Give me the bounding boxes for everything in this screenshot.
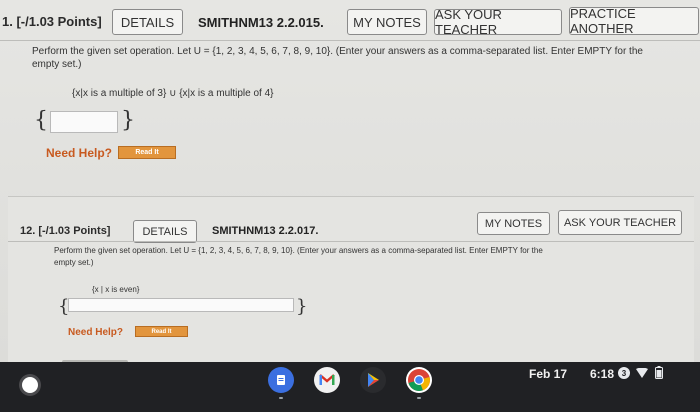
practice-another-button-q11[interactable]: PRACTICE ANOTHER: [569, 6, 699, 36]
details-button-q11[interactable]: DETAILS: [112, 9, 183, 35]
chrome-glyph: [408, 369, 430, 392]
time-label[interactable]: 6:18: [590, 367, 614, 381]
chrome-icon[interactable]: [406, 367, 432, 393]
gmail-glyph: [319, 374, 335, 385]
question-12-reference: SMITHNM13 2.2.017.: [212, 225, 319, 237]
gmail-icon[interactable]: [314, 367, 340, 393]
header-divider-q12: [8, 241, 694, 242]
launcher-icon[interactable]: [22, 377, 38, 393]
need-help-label-q12: Need Help?: [68, 327, 124, 338]
my-notes-button-q12[interactable]: MY NOTES: [477, 212, 550, 235]
question-11-prompt-line2: empty set.): [32, 59, 82, 70]
need-help-label-q11: Need Help?: [46, 146, 113, 160]
docs-running-indicator: [279, 397, 283, 399]
my-notes-button-q11[interactable]: MY NOTES: [347, 9, 427, 35]
open-brace-q11: {: [34, 108, 48, 133]
docs-icon[interactable]: [268, 367, 294, 393]
question-12-prompt-line2: empty set.): [54, 258, 94, 267]
question-12-expression: {x | x is even}: [92, 285, 140, 294]
question-12-prompt-line1: Perform the given set operation. Let U =…: [54, 246, 543, 255]
play-glyph: [368, 373, 379, 387]
wifi-icon[interactable]: [636, 368, 648, 378]
answer-field-q12[interactable]: [68, 298, 294, 312]
chrome-running-indicator: [417, 397, 421, 399]
question-11-prompt-line1: Perform the given set operation. Let U =…: [32, 46, 643, 57]
notification-badge[interactable]: 3: [618, 367, 630, 379]
ask-teacher-button-q12[interactable]: ASK YOUR TEACHER: [558, 210, 682, 235]
question-11-reference: SMITHNM13 2.2.015.: [198, 15, 324, 30]
read-it-button-q11[interactable]: Read It: [118, 146, 176, 159]
question-11-number: 1. [-/1.03 Points]: [2, 14, 102, 29]
docs-glyph: [277, 375, 285, 385]
answer-field-q11[interactable]: [50, 111, 118, 133]
details-button-q12[interactable]: DETAILS: [133, 220, 197, 243]
battery-icon[interactable]: [655, 366, 663, 379]
read-it-button-q12[interactable]: Read It: [135, 326, 188, 337]
question-12-number: 12. [-/1.03 Points]: [20, 225, 111, 237]
close-brace-q11: }: [121, 108, 135, 133]
close-brace-q12: }: [296, 296, 308, 317]
question-11-expression: {x|x is a multiple of 3} ∪ {x|x is a mul…: [72, 88, 274, 99]
ask-teacher-button-q11[interactable]: ASK YOUR TEACHER: [434, 7, 562, 37]
date-label[interactable]: Feb 17: [529, 367, 567, 381]
play-store-icon[interactable]: [360, 367, 386, 393]
header-divider-q11: [0, 40, 700, 41]
